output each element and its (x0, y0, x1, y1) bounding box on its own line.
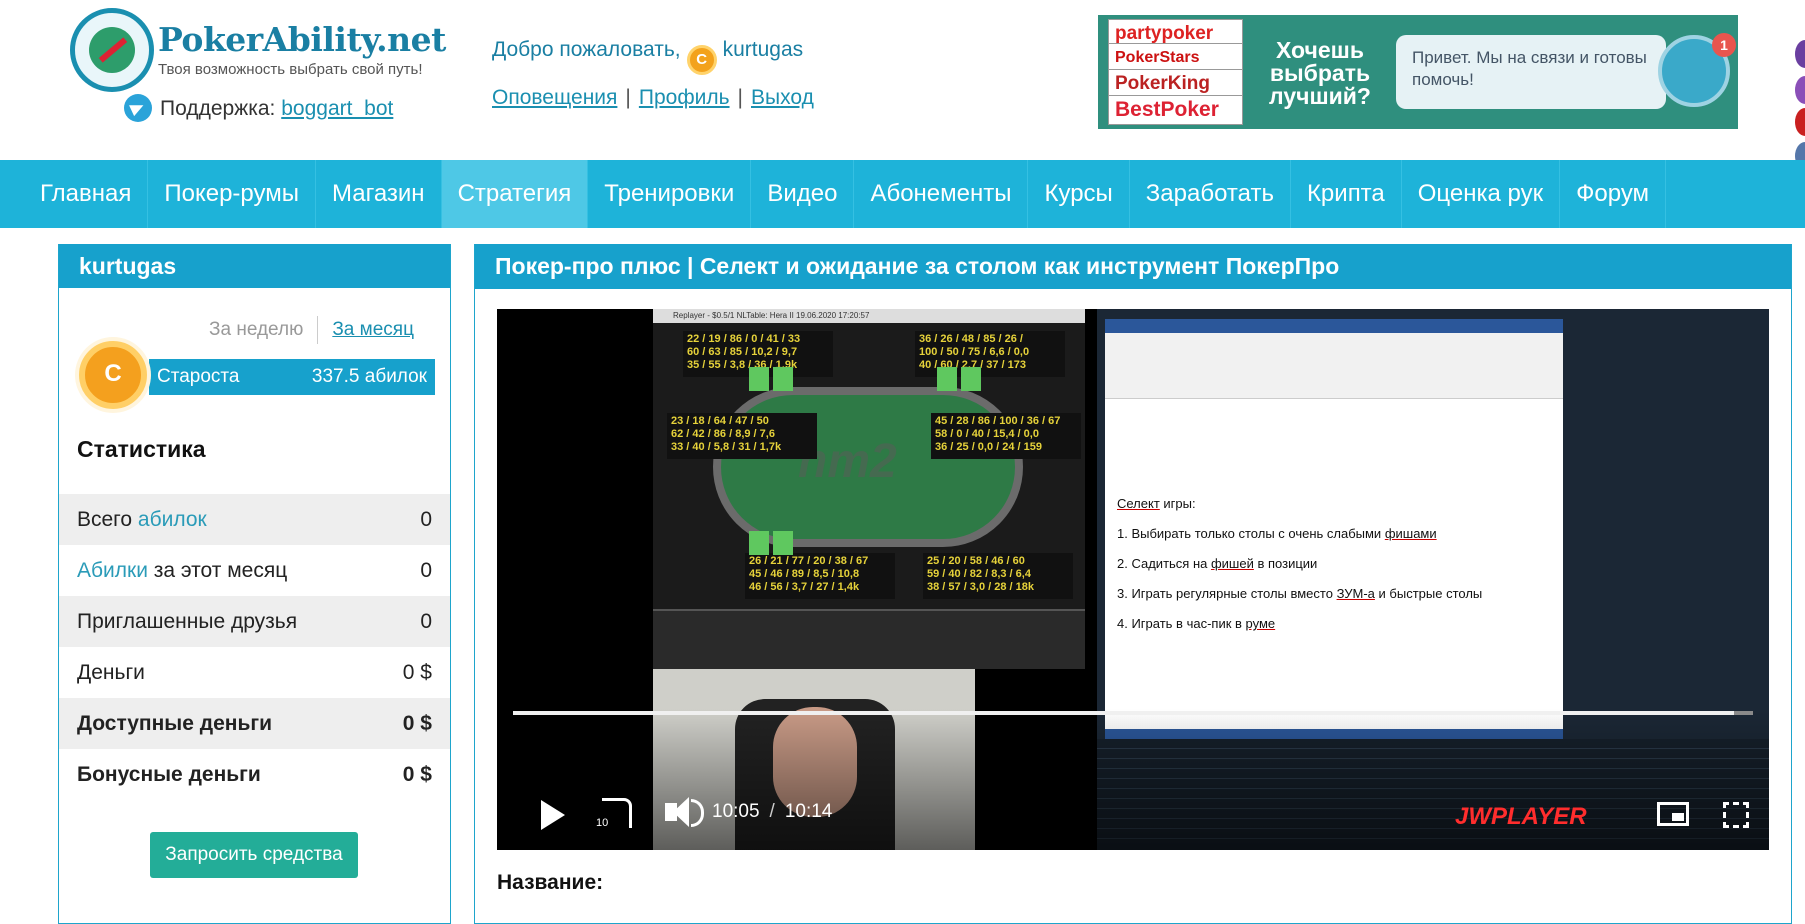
current-time: 10:05 (712, 801, 760, 822)
jwplayer-logo[interactable]: JWPLAYER (1455, 803, 1587, 831)
stat-label: Бонусные деньги (77, 762, 261, 786)
video-player[interactable]: Replayer - $0.5/1 NLTable: Hera II 19.06… (497, 309, 1769, 850)
volume-icon[interactable] (665, 797, 704, 827)
hud-stats: 45 / 28 / 86 / 100 / 36 / 67 58 / 0 / 40… (931, 413, 1081, 459)
timecode: 10:05/10:14 (712, 801, 833, 822)
rank-bar: Староста 337.5 абилок (149, 359, 435, 395)
seat-cards (749, 531, 769, 555)
stat-label: Доступные деньги (77, 711, 273, 735)
welcome-line: Добро пожаловать, Ckurtugas (492, 38, 803, 75)
profile-link[interactable]: Профиль (639, 86, 730, 109)
poker-room-logos: partypoker PokerStars PokerKing BestPoke… (1098, 15, 1248, 129)
period-week-tab[interactable]: За неделю (209, 319, 303, 340)
period-month-tab[interactable]: За месяц (332, 319, 414, 340)
nav-item-shop[interactable]: Магазин (316, 160, 442, 228)
nav-item-hand-review[interactable]: Оценка рук (1402, 160, 1561, 228)
chat-badge: 1 (1712, 33, 1736, 57)
stat-value: 0 $ (402, 762, 432, 786)
stat-row-bonus: Бонусные деньги 0 $ (59, 749, 450, 800)
rank-value: 337.5 абилок (311, 366, 427, 387)
social-icon[interactable] (1795, 76, 1805, 104)
seek-bar-fill (513, 711, 1735, 715)
stat-value: 0 $ (402, 711, 432, 735)
site-header: PokerAbility.net Твоя возможность выбрат… (0, 0, 1805, 170)
withdraw-button[interactable]: Запросить средства (150, 832, 358, 878)
stat-row-money: Деньги 0 $ (59, 647, 450, 698)
hud-stats: 25 / 20 / 58 / 46 / 60 59 / 40 / 82 / 8,… (923, 553, 1073, 599)
stat-row-friends: Приглашенные друзья 0 (59, 596, 450, 647)
nav-item-trainings[interactable]: Тренировки (588, 160, 752, 228)
room-logo: BestPoker (1108, 95, 1243, 125)
abilki-link[interactable]: абилок (138, 508, 207, 531)
stats-list: Всего абилок 0 Абилки за этот месяц 0 Пр… (59, 494, 450, 800)
rank-name: Староста (157, 366, 240, 387)
sidebar-username: kurtugas (59, 244, 450, 288)
header-username: kurtugas (722, 38, 804, 61)
support-line: Поддержка: boggart_bot (124, 94, 393, 122)
telegram-icon (124, 94, 152, 122)
support-label: Поддержка: (160, 97, 276, 120)
picture-in-picture-icon[interactable] (1657, 802, 1689, 826)
nav-item-earn[interactable]: Заработать (1130, 160, 1291, 228)
replayer-title: Replayer - $0.5/1 NLTable: Hera II 19.06… (653, 309, 1085, 323)
stat-row-month: Абилки за этот месяц 0 (77, 558, 432, 582)
logout-link[interactable]: Выход (751, 86, 814, 109)
seat-cards (773, 531, 793, 555)
nav-item-courses[interactable]: Курсы (1028, 160, 1130, 228)
social-icon[interactable] (1795, 108, 1805, 136)
compass-logo-icon (70, 8, 154, 92)
nav-item-crypto[interactable]: Крипта (1291, 160, 1402, 228)
page-title: Покер-про плюс | Селект и ожидание за ст… (475, 244, 1791, 289)
logo-title: PokerAbility.net (158, 20, 446, 59)
ad-banner[interactable]: partypoker PokerStars PokerKing BestPoke… (1098, 15, 1738, 129)
welcome-text: Добро пожаловать, (492, 38, 681, 61)
stat-value: 0 (420, 558, 432, 582)
user-links: Оповещения | Профиль | Выход (492, 86, 814, 109)
play-icon[interactable] (541, 800, 565, 830)
stat-label: Приглашенные друзья (77, 609, 298, 633)
chat-bubble[interactable]: Привет. Мы на связи и готовы помочь! (1396, 35, 1666, 109)
nav-item-video[interactable]: Видео (751, 160, 855, 228)
nav-item-forum[interactable]: Форум (1560, 160, 1667, 228)
duration: 10:14 (784, 801, 833, 822)
rank-coin-icon: C (79, 341, 147, 409)
nav-item-poker-rooms[interactable]: Покер-румы (148, 160, 316, 228)
period-switch: За неделю За месяц (209, 316, 414, 344)
nav-item-strategy[interactable]: Стратегия (441, 160, 589, 228)
main-content: Покер-про плюс | Селект и ожидание за ст… (474, 244, 1792, 924)
stat-row-available: Доступные деньги 0 $ (59, 698, 450, 749)
hud-stats: 23 / 18 / 64 / 47 / 50 62 / 42 / 86 / 8,… (667, 413, 817, 459)
seat-cards (937, 367, 957, 391)
name-label: Название: (497, 871, 604, 894)
site-logo[interactable]: PokerAbility.net Твоя возможность выбрат… (70, 6, 446, 96)
replayer-controls (653, 609, 1085, 669)
coin-icon: C (686, 45, 717, 75)
banner-headline: Хочешь выбрать лучший? (1269, 37, 1371, 109)
stat-value: 0 $ (402, 660, 432, 684)
hud-stats: 26 / 21 / 77 / 20 / 38 / 67 45 / 46 / 89… (745, 553, 895, 599)
logo-slogan: Твоя возможность выбрать свой путь! (158, 61, 423, 78)
social-icon[interactable] (1795, 40, 1805, 68)
seat-cards (773, 367, 793, 391)
main-nav: Главная Покер-румы Магазин Стратегия Тре… (0, 160, 1805, 228)
seek-bar[interactable] (513, 711, 1753, 715)
seat-cards (961, 367, 981, 391)
stat-label: Деньги (77, 660, 145, 684)
notifications-link[interactable]: Оповещения (492, 86, 617, 109)
rewind-10-icon[interactable]: 10 (596, 798, 632, 829)
nav-item-home[interactable]: Главная (0, 160, 149, 228)
user-sidebar: kurtugas За неделю За месяц C Староста 33… (58, 244, 451, 924)
stat-value: 0 (420, 507, 432, 531)
video-replayer-window: Replayer - $0.5/1 NLTable: Hera II 19.06… (653, 309, 1085, 669)
stat-value: 0 (420, 609, 432, 633)
stat-row-total: Всего абилок 0 (59, 494, 450, 545)
seat-cards (749, 367, 769, 391)
support-bot-link[interactable]: boggart_bot (281, 97, 393, 120)
fullscreen-icon[interactable] (1723, 802, 1749, 828)
abilki-link[interactable]: Абилки (77, 559, 148, 582)
stats-title: Статистика (77, 436, 206, 462)
nav-item-subscriptions[interactable]: Абонементы (854, 160, 1029, 228)
word-document-text: Селект игры: 1. Выбирать только столы с … (1117, 496, 1483, 631)
